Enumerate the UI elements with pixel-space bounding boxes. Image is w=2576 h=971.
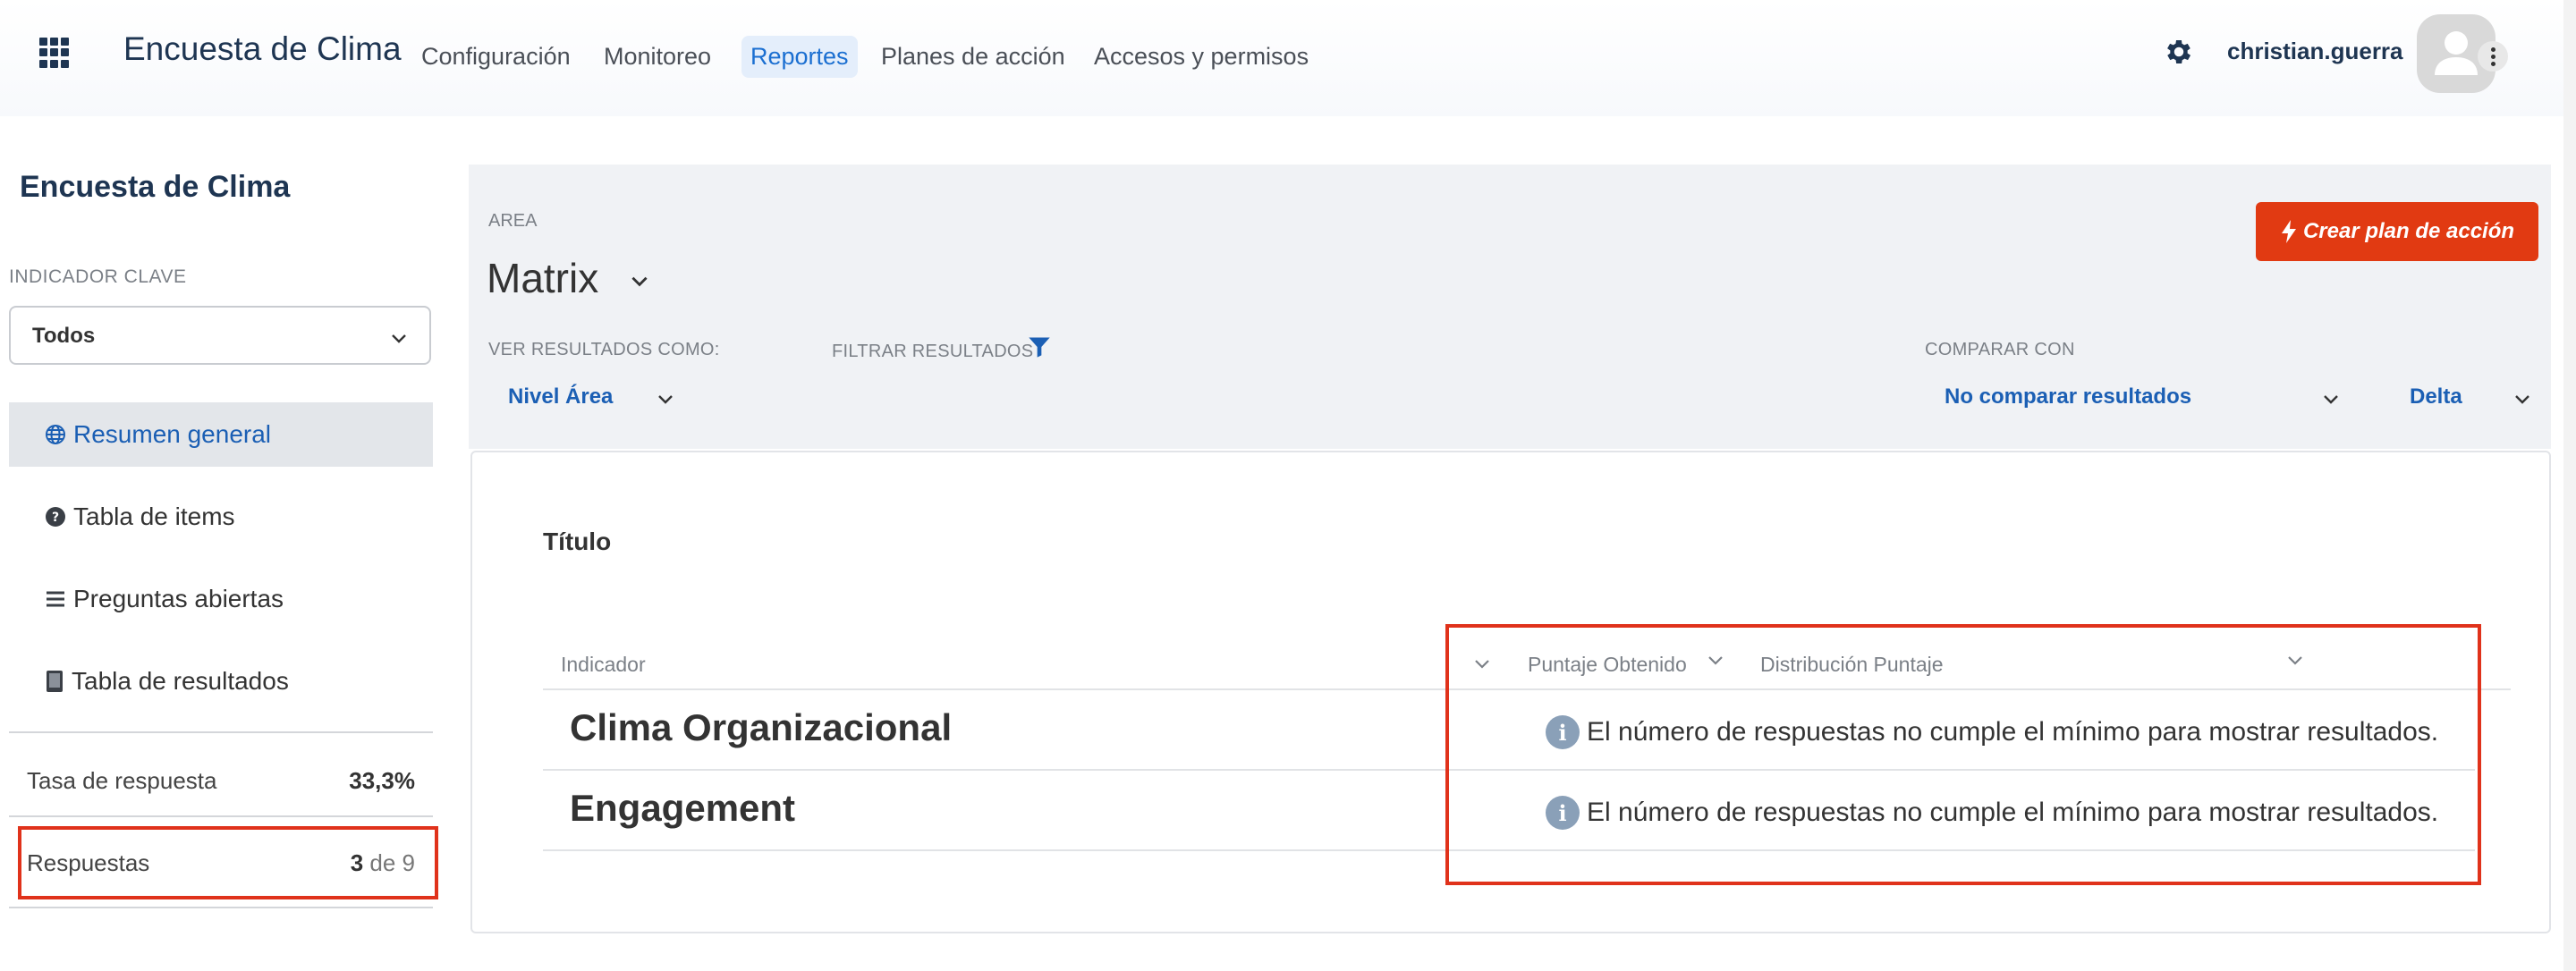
delta-select[interactable]: Delta — [2410, 384, 2535, 410]
sidebar-item-label: Tabla de resultados — [72, 667, 289, 695]
nav-reportes[interactable]: Reportes — [741, 36, 858, 78]
apps-grid-icon[interactable] — [39, 38, 70, 68]
filtrar-resultados-label[interactable]: FILTRAR RESULTADOS — [832, 342, 1033, 362]
chevron-down-icon — [2324, 395, 2338, 404]
sidebar-item-label: Resumen general — [73, 420, 272, 448]
svg-text:?: ? — [52, 511, 59, 525]
nav-monitoreo[interactable]: Monitoreo — [595, 36, 720, 78]
crear-plan-de-accion-button[interactable]: Crear plan de acción — [2256, 202, 2538, 261]
chevron-down-icon — [392, 334, 406, 343]
sidebar-item-label: Preguntas abiertas — [73, 585, 284, 612]
sidebar-item-label: Tabla de items — [73, 502, 235, 530]
comparar-con-label: COMPARAR CON — [1925, 340, 2075, 359]
page-scrollbar[interactable] — [2563, 0, 2576, 971]
sidebar-item-tabla-de-items[interactable]: ? Tabla de items — [9, 485, 433, 549]
ver-resultados-select[interactable]: Nivel Área — [508, 384, 687, 410]
crear-plan-label: Crear plan de acción — [2302, 219, 2515, 243]
sidebar-item-tabla-de-resultados[interactable]: Tabla de resultados — [9, 649, 433, 713]
card-title: Título — [543, 528, 612, 555]
chevron-down-icon — [631, 276, 648, 287]
tasa-respuesta-value: 33,3% — [349, 767, 415, 794]
indicator-select[interactable]: Todos — [9, 306, 431, 365]
column-header-indicador[interactable]: Indicador — [561, 653, 646, 677]
area-value: Matrix — [487, 255, 599, 301]
table-row-indicator: Engagement — [570, 787, 796, 829]
sidebar-divider — [9, 907, 433, 908]
list-icon — [45, 588, 66, 610]
username[interactable]: christian.guerra — [2227, 38, 2403, 65]
comparar-con-value: No comparar resultados — [1945, 384, 2192, 409]
chevron-down-icon — [658, 395, 673, 404]
sidebar-divider — [9, 731, 433, 733]
sidebar-divider — [9, 815, 433, 817]
question-circle-icon: ? — [45, 506, 66, 528]
table-row-indicator: Clima Organizacional — [570, 706, 953, 748]
comparar-con-select[interactable]: No comparar resultados — [1945, 384, 2356, 410]
sidebar-title: Encuesta de Clima — [20, 170, 291, 204]
ver-resultados-value: Nivel Área — [508, 384, 614, 409]
sidebar-item-preguntas-abiertas[interactable]: Preguntas abiertas — [9, 567, 433, 631]
nav-planes-de-accion[interactable]: Planes de acción — [872, 36, 1074, 78]
nav-accesos-y-permisos[interactable]: Accesos y permisos — [1085, 36, 1318, 78]
highlight-box-results — [1445, 624, 2481, 885]
area-label: AREA — [488, 211, 538, 231]
nav-configuracion[interactable]: Configuración — [412, 36, 580, 78]
globe-icon — [45, 424, 66, 445]
sidebar-item-resumen-general[interactable]: Resumen general — [9, 402, 433, 467]
indicator-select-value: Todos — [32, 324, 96, 348]
indicator-label: INDICADOR CLAVE — [9, 266, 187, 287]
area-select[interactable]: Matrix — [487, 254, 651, 302]
tablet-icon — [45, 670, 64, 693]
lightning-icon — [2281, 220, 2296, 243]
ver-resultados-label: VER RESULTADOS COMO: — [488, 340, 720, 359]
delta-value: Delta — [2410, 384, 2462, 409]
app-title[interactable]: Encuesta de Clima — [123, 30, 402, 68]
tasa-respuesta-label: Tasa de respuesta — [27, 767, 217, 794]
gear-icon[interactable] — [2163, 36, 2195, 68]
kebab-menu-icon[interactable] — [2478, 41, 2508, 72]
highlight-box-respuestas — [18, 826, 438, 899]
chevron-down-icon — [2515, 395, 2529, 404]
filter-funnel-icon[interactable] — [1027, 334, 1052, 359]
